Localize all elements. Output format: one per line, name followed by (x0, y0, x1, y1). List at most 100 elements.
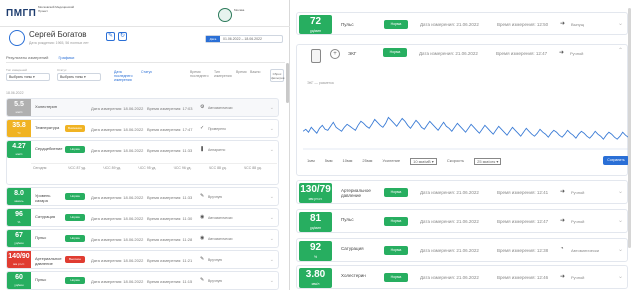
chevron-down-icon[interactable]: ⌄ (270, 147, 274, 153)
avatar[interactable] (9, 30, 25, 46)
chevron-down-icon[interactable]: ⌄ (270, 215, 274, 221)
list-item[interactable]: 67 уд/мин Пульс Норма Дата измерения: 18.0… (6, 229, 279, 248)
speed-label: Скорость (446, 158, 465, 163)
measurement-date: Дата измерения: 18.06.2022 (91, 106, 144, 111)
source-label: Ручной (571, 275, 585, 280)
value-unit: уд/мин (310, 226, 321, 230)
gain-label: Усиление (382, 158, 401, 163)
chevron-down-icon[interactable]: ⌄ (270, 236, 274, 242)
measurement-time: Время измерения: 11:28 (147, 237, 193, 242)
measurement-name: Артериальное давление (35, 256, 62, 266)
tab-results[interactable]: Результаты измерений (6, 55, 48, 60)
measurement-name: Сатурация (341, 246, 364, 251)
refresh-icon[interactable]: ↻ (118, 32, 127, 41)
tab-charts[interactable]: Графики (58, 55, 74, 60)
chevron-down-icon[interactable]: ⌄ (618, 246, 623, 253)
scale-10mm[interactable]: 10мм (342, 158, 352, 165)
app-logo[interactable]: ПМГП (6, 8, 36, 19)
status-badge: Норма (384, 273, 408, 282)
measurement-time: Время измерения: 12:38 (497, 248, 549, 253)
scale-5mm[interactable]: 5мм (325, 158, 333, 165)
status-badge: Внимание (65, 125, 85, 132)
list-item[interactable]: 5.5 мм/л Холестерин Дата измерения: 18.06… (6, 98, 279, 117)
source-icon: ✎ (200, 193, 205, 199)
measurement-date: Дата измерения: 21.06.2022 (420, 219, 479, 224)
source-icon: ➜ (560, 274, 566, 280)
list-item[interactable]: 35.8 °C Температура Внимание Дата измерени… (6, 119, 279, 138)
ecg-trace (303, 116, 631, 141)
scale-25mm[interactable]: 25мм (362, 158, 372, 165)
add-icon[interactable]: + (330, 49, 340, 59)
chevron-down-icon[interactable]: ⌄ (618, 188, 623, 195)
chevron-down-icon[interactable]: ⌄ (618, 273, 623, 280)
source-label: Вручную (208, 258, 223, 262)
list-item[interactable]: 8.0 ммоль Уровень сахара Норма Дата измере… (6, 187, 279, 206)
measurement-time: Время измерения: 11:21 (147, 258, 193, 263)
speed-select[interactable]: 25 мм/сек ▾ (474, 158, 502, 165)
list-item[interactable]: 140/90 мм рт.ст. Артериальное давление Вы… (6, 250, 279, 269)
save-button[interactable]: Сохранить (603, 156, 629, 165)
measurement-time: Время измерения: 11:33 (147, 195, 193, 200)
scale-1mm[interactable]: 1мм (307, 158, 315, 165)
source-label: Автоматически (208, 216, 233, 220)
measurement-date: Дата измерения: 18.06.2022 (91, 258, 144, 263)
date-range-picker[interactable]: Дата 01.06.2022 – 18.06.2022 (205, 35, 283, 43)
sort-link-time2[interactable]: Время (236, 70, 248, 74)
status-badge: Норма (384, 20, 408, 29)
chevron-down-icon[interactable]: ⌄ (270, 105, 274, 111)
measurement-date: Дата измерения: 18.06.2022 (91, 195, 144, 200)
chevron-down-icon[interactable]: ⌄ (270, 278, 274, 284)
list-item[interactable]: 3.80 мм/л Холестерин Норма Дата измерени… (296, 265, 628, 289)
ecg-source-label: Ручной (570, 51, 584, 56)
chevron-down-icon[interactable]: ⌄ (618, 20, 623, 27)
sort-link-status[interactable]: Статус (141, 70, 154, 74)
measurement-date: Дата измерения: 21.06.2022 (420, 190, 479, 195)
measurement-time: Время измерения: 11:15 (147, 279, 193, 284)
sort-link-date[interactable]: Дата последнего измерения (114, 70, 139, 82)
measurement-date: Дата измерения: 21.06.2022 (420, 275, 479, 280)
value-unit: мм/л (311, 282, 320, 286)
measurement-date: Дата измерения: 18.06.2022 (91, 237, 144, 242)
scrollbar[interactable] (286, 63, 289, 103)
detail-cell: ЧСС 88 уд. (208, 166, 227, 170)
list-item[interactable]: 96 % Сатурация Норма Дата измерения: 18.06… (6, 208, 279, 227)
status-badge: Норма (384, 217, 408, 226)
date-label: Дата (206, 36, 220, 42)
sort-link-important[interactable]: Важно (250, 70, 262, 74)
chevron-down-icon[interactable]: ⌄ (270, 194, 274, 200)
list-item[interactable]: 92 % Сатурация Норма Дата измерения: 21.… (296, 238, 628, 262)
measurement-time: Время измерения: 11:30 (147, 216, 193, 221)
measurement-name: Пульс (35, 235, 47, 240)
sort-link-time[interactable]: Время последнего (190, 70, 212, 78)
chevron-up-icon[interactable]: ⌃ (618, 47, 623, 54)
list-item[interactable]: 4.27 мм/л Сердцебиение Норма Дата измерени… (6, 140, 279, 185)
measurement-row-pulse[interactable]: 72 уд/мин Пульс Норма Дата измерения: 21… (296, 12, 628, 35)
edit-icon[interactable]: ✎ (106, 32, 115, 41)
list-item[interactable]: 81 уд/мин Пульс Норма Дата измерения: 21… (296, 209, 628, 233)
chevron-down-icon[interactable]: ⌄ (270, 126, 274, 132)
measurement-name: Температура (35, 125, 60, 130)
value-number: 35.8 (12, 122, 26, 129)
measurement-name: Сатурация (35, 214, 56, 219)
filter-status-select[interactable]: Выбрать типы ▾ (57, 73, 101, 81)
chevron-down-icon[interactable]: ⌄ (618, 217, 623, 224)
filter-type-select[interactable]: Выбрать типы ▾ (6, 73, 50, 81)
filter-type-label: Тип измерений (6, 68, 27, 72)
list-item[interactable]: 130/79 мм рт.ст. Артериальное давление Н… (296, 180, 628, 204)
source-icon: ➜ (560, 189, 566, 195)
measurements-list: 5.5 мм/л Холестерин Дата измерения: 18.06… (6, 98, 279, 290)
sort-link-type[interactable]: Тип измерения (214, 70, 232, 78)
value-number: 5.5 (14, 101, 24, 108)
source-icon: ✎ (200, 277, 205, 283)
detail-cell: ЧСС 96 уд. (173, 166, 192, 170)
detail-cell: ЧСС 95 уд. (138, 166, 157, 170)
gain-select[interactable]: 10 мм/мВ ▾ (410, 158, 437, 165)
reset-filters-button[interactable]: Сброс фильтров (270, 69, 285, 82)
measurement-time: Время измерения: 12:47 (497, 219, 549, 224)
measurement-name: Сердцебиение (35, 146, 63, 151)
value-badge: 92 % (299, 241, 332, 261)
list-item[interactable]: 60 уд/мин Пульс Норма Дата измерения: 18.0… (6, 271, 279, 290)
value-number: 96 (15, 211, 23, 218)
chevron-down-icon[interactable]: ⌄ (270, 257, 274, 263)
value-badge: 72 уд/мин (299, 15, 332, 34)
